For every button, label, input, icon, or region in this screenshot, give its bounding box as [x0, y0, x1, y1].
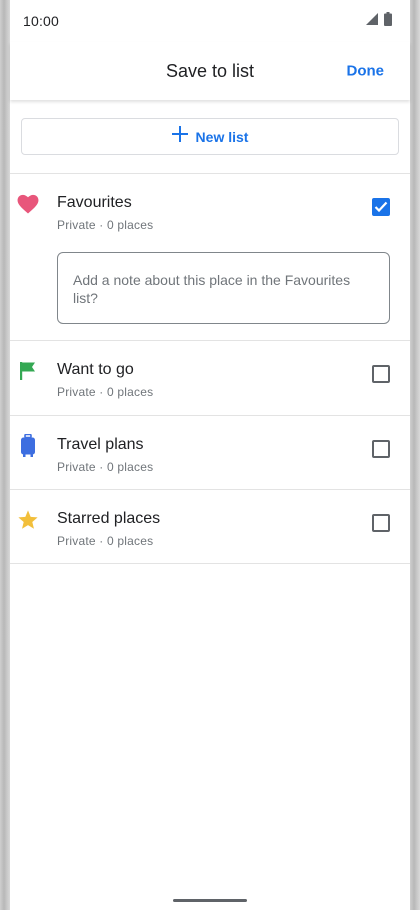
want-to-go-checkbox[interactable] [372, 365, 390, 383]
flag-icon [16, 359, 40, 383]
new-list-label: New list [195, 128, 249, 145]
list-item-travel-plans[interactable]: Travel plans Private · 0 places [10, 416, 410, 490]
list-name: Starred places [57, 510, 161, 527]
list-meta: Private · 0 places [57, 460, 154, 474]
list-item-starred-places[interactable]: Starred places Private · 0 places [10, 490, 410, 564]
divider [10, 563, 410, 564]
suitcase-icon [16, 434, 40, 458]
status-icons [366, 11, 392, 31]
status-time: 10:00 [23, 13, 60, 29]
done-button[interactable]: Done [347, 63, 385, 80]
favourites-checkbox[interactable] [372, 198, 390, 216]
list-meta: Private · 0 places [57, 385, 154, 399]
status-bar: 10:00 [10, 0, 410, 42]
new-list-button[interactable]: New list [21, 118, 399, 155]
list-name: Favourites [57, 194, 132, 211]
travel-plans-checkbox[interactable] [372, 440, 390, 458]
note-input[interactable]: Add a note about this place in the Favou… [57, 252, 390, 324]
list-meta: Private · 0 places [57, 534, 154, 548]
list-name: Travel plans [57, 436, 144, 453]
list-name: Want to go [57, 361, 134, 378]
home-indicator[interactable] [173, 899, 247, 902]
device-bezel-right [410, 0, 420, 910]
starred-places-checkbox[interactable] [372, 514, 390, 532]
list-item-favourites[interactable]: Favourites Private · 0 places Add a note… [10, 174, 410, 340]
heart-icon [16, 192, 40, 216]
list-item-want-to-go[interactable]: Want to go Private · 0 places [10, 341, 410, 415]
signal-icon [366, 12, 378, 30]
app-bar: Save to list Done [10, 42, 410, 100]
screen: 10:00 Save to list Done New list Favouri… [10, 0, 410, 910]
star-icon [16, 508, 40, 532]
battery-icon [384, 11, 392, 31]
page-title: Save to list [165, 60, 255, 81]
device-bezel-left [0, 0, 10, 910]
list-meta: Private · 0 places [57, 218, 154, 232]
plus-icon [171, 126, 188, 147]
